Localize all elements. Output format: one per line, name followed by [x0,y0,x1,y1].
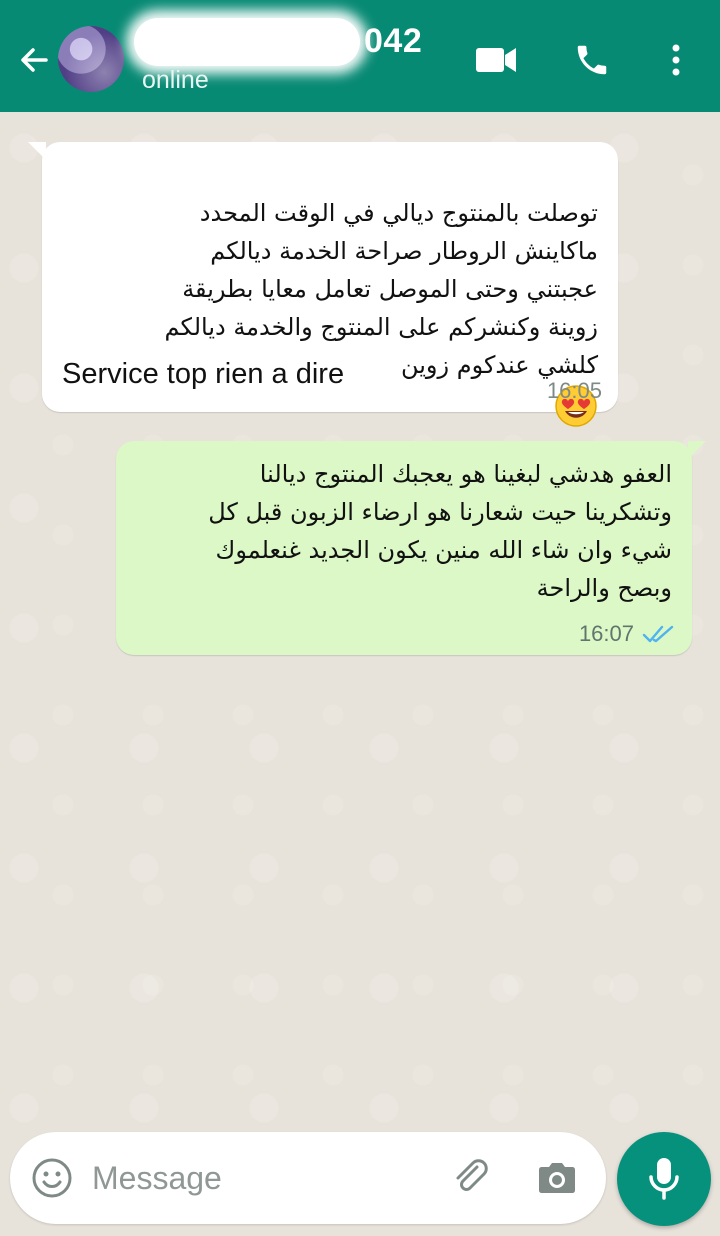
message-time: 16:05 [546,378,602,403]
contact-info[interactable]: 042 online [134,16,440,106]
chat-header: 042 online [0,0,720,112]
paperclip-icon [456,1159,488,1191]
back-button[interactable] [12,38,56,82]
voice-message-button[interactable] [617,1132,711,1226]
message-input[interactable] [92,1150,412,1206]
voice-call-button[interactable] [564,34,620,86]
avatar-highlight [58,26,124,92]
camera-icon [539,1163,575,1193]
arrow-left-icon [21,48,48,72]
bubble-tail [688,441,706,459]
emoji-button[interactable] [28,1154,76,1202]
chat-area[interactable]: توصلت بالمنتوج ديالي في الوقت المحدد ماك… [0,112,720,1124]
contact-name: 042 [364,22,423,60]
contact-status: online [142,66,209,94]
attach-button[interactable] [446,1154,494,1202]
camera-button[interactable] [532,1154,582,1202]
more-vertical-icon [672,44,680,76]
message-composer [10,1132,606,1224]
incoming-message[interactable]: توصلت بالمنتوج ديالي في الوقت المحدد ماك… [28,142,618,427]
message-time: 16:07 [578,621,634,646]
bubble-tail [28,142,46,160]
microphone-icon [649,1158,679,1200]
message-latin-text: Service top rien a dire [62,358,345,390]
video-call-button[interactable] [468,34,524,86]
outgoing-message[interactable]: العفو هدشي لبغينا هو يعجبك المنتوج ديالن… [116,441,706,655]
contact-avatar[interactable] [58,26,124,92]
more-options-button[interactable] [648,34,704,86]
video-call-icon [476,48,516,72]
redacted-name-blur [134,18,360,66]
phone-icon [577,45,607,75]
message-body: توصلت بالمنتوج ديالي في الوقت المحدد ماك… [164,199,598,379]
message-text: العفو هدشي لبغينا هو يعجبك المنتوج ديالن… [208,460,672,602]
read-receipt-icon [642,625,674,643]
emoji-icon [32,1158,72,1198]
